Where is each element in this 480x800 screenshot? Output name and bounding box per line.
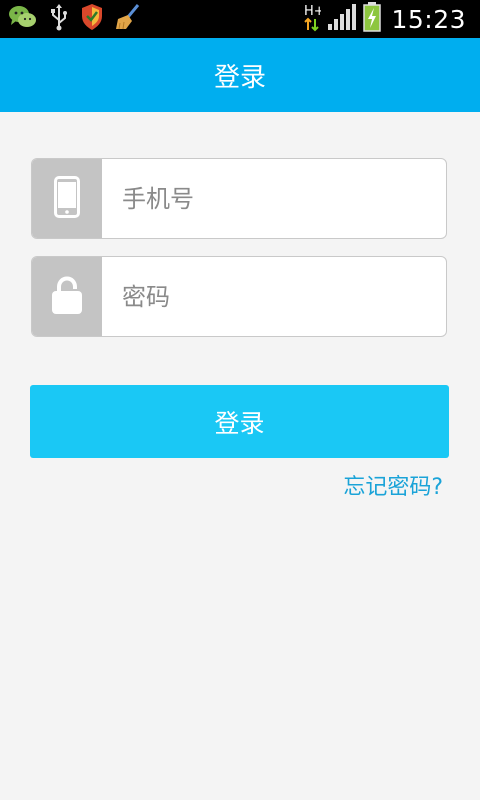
password-field [31,256,447,337]
phone-input[interactable] [102,159,446,238]
title-bar: 登录 [0,38,480,112]
password-input[interactable] [102,257,446,336]
phone-field [31,158,447,239]
signal-icon [327,3,357,35]
lock-icon-box [32,257,102,336]
page-title: 登录 [213,62,266,93]
cleaner-broom-icon [114,3,142,35]
status-bar: H+ 15:23 [0,0,480,38]
wechat-icon [8,4,38,34]
security-shield-icon [80,3,104,35]
network-type-label: H+ [304,4,321,19]
phone-icon [54,175,80,222]
forgot-password-link[interactable]: 忘记密码? [343,469,443,501]
data-transfer-icon: H+ [303,2,325,36]
phone-icon-box [32,159,102,238]
login-button[interactable]: 登录 [30,385,449,458]
notification-icons [8,3,152,35]
status-clock: 15:23 [391,4,466,34]
lock-icon [51,275,83,319]
battery-charging-icon [363,2,382,36]
system-indicators: H+ 15:23 [297,2,466,36]
usb-icon [48,3,70,35]
